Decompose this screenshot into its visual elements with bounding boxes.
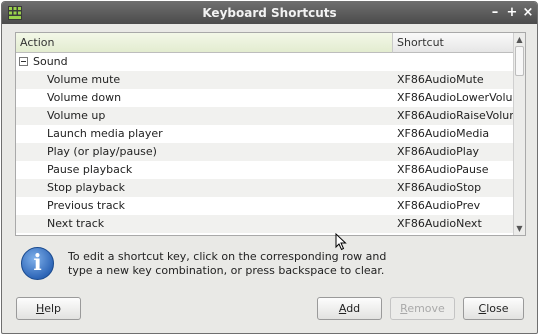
rows-container: Sound Volume mute XF86AudioMute Volume d… — [16, 53, 513, 235]
table-row[interactable]: Volume up XF86AudioRaiseVolume — [16, 107, 513, 125]
shortcut-cell: XF86AudioPlay — [397, 145, 480, 158]
remove-button[interactable]: Remove — [390, 297, 455, 320]
action-cell: Volume mute — [47, 73, 121, 86]
minimize-icon[interactable]: – — [488, 5, 502, 21]
action-cell: Pause playback — [47, 163, 133, 176]
action-cell: Next track — [47, 217, 105, 230]
shortcut-cell: XF86AudioRaiseVolume — [397, 109, 513, 122]
column-header-shortcut[interactable]: Shortcut — [393, 33, 513, 53]
shortcut-cell: XF86AudioPrev — [397, 199, 481, 212]
table-row[interactable]: Volume down XF86AudioLowerVolume — [16, 89, 513, 107]
table-row[interactable]: Pause playback XF86AudioPause — [16, 161, 513, 179]
vertical-scrollbar[interactable]: ▲ ▼ — [513, 33, 525, 235]
keyboard-shortcuts-window: Keyboard Shortcuts – + × Action Shortcut… — [1, 1, 538, 334]
action-cell: Stop playback — [47, 181, 125, 194]
scrollbar-thumb[interactable] — [515, 46, 524, 76]
remove-label: emove — [407, 302, 445, 315]
window-title: Keyboard Shortcuts — [202, 6, 337, 20]
maximize-icon[interactable]: + — [505, 5, 519, 21]
help-label: elp — [44, 302, 62, 315]
close-label: lose — [486, 302, 509, 315]
action-cell: Previous track — [47, 199, 125, 212]
table-row[interactable]: Volume mute XF86AudioMute — [16, 71, 513, 89]
mouse-pointer-icon — [335, 233, 347, 251]
shortcut-cell: XF86AudioPause — [397, 163, 489, 176]
title-bar[interactable]: Keyboard Shortcuts – + × — [2, 2, 537, 24]
action-cell: Volume up — [47, 109, 106, 122]
column-header-action[interactable]: Action — [16, 33, 393, 53]
help-button[interactable]: Help — [16, 297, 81, 320]
action-cell: Play (or play/pause) — [47, 145, 157, 158]
close-button[interactable]: Close — [463, 297, 524, 320]
shortcut-cell: XF86AudioStop — [397, 181, 482, 194]
shortcut-cell: XF86AudioMedia — [397, 127, 490, 140]
table-row[interactable]: Stop playback XF86AudioStop — [16, 179, 513, 197]
table-row[interactable]: Launch media player XF86AudioMedia — [16, 125, 513, 143]
table-row[interactable]: Next track XF86AudioNext — [16, 215, 513, 233]
shortcut-cell: XF86AudioLowerVolume — [397, 91, 513, 104]
table-row[interactable]: Previous track XF86AudioPrev — [16, 197, 513, 215]
help-mnemonic: H — [35, 302, 45, 315]
collapse-toggle-icon[interactable] — [19, 57, 28, 66]
add-label: dd — [346, 302, 361, 315]
group-row-sound[interactable]: Sound — [16, 53, 513, 71]
info-message: To edit a shortcut key, click on the cor… — [68, 250, 387, 277]
scroll-up-icon[interactable]: ▲ — [514, 34, 525, 45]
shortcut-cell: XF86AudioNext — [397, 217, 482, 230]
scroll-down-icon[interactable]: ▼ — [514, 223, 525, 234]
table-row[interactable]: Play (or play/pause) XF86AudioPlay — [16, 143, 513, 161]
action-cell: Launch media player — [47, 127, 163, 140]
close-icon[interactable]: × — [521, 5, 535, 21]
shortcut-cell: XF86AudioMute — [397, 73, 484, 86]
info-icon: i — [21, 247, 54, 280]
add-button[interactable]: Add — [317, 297, 382, 320]
group-label: Sound — [33, 55, 68, 68]
action-cell: Volume down — [47, 91, 122, 104]
shortcuts-tree: Action Shortcut Sound Volume mute XF86Au… — [15, 32, 526, 236]
